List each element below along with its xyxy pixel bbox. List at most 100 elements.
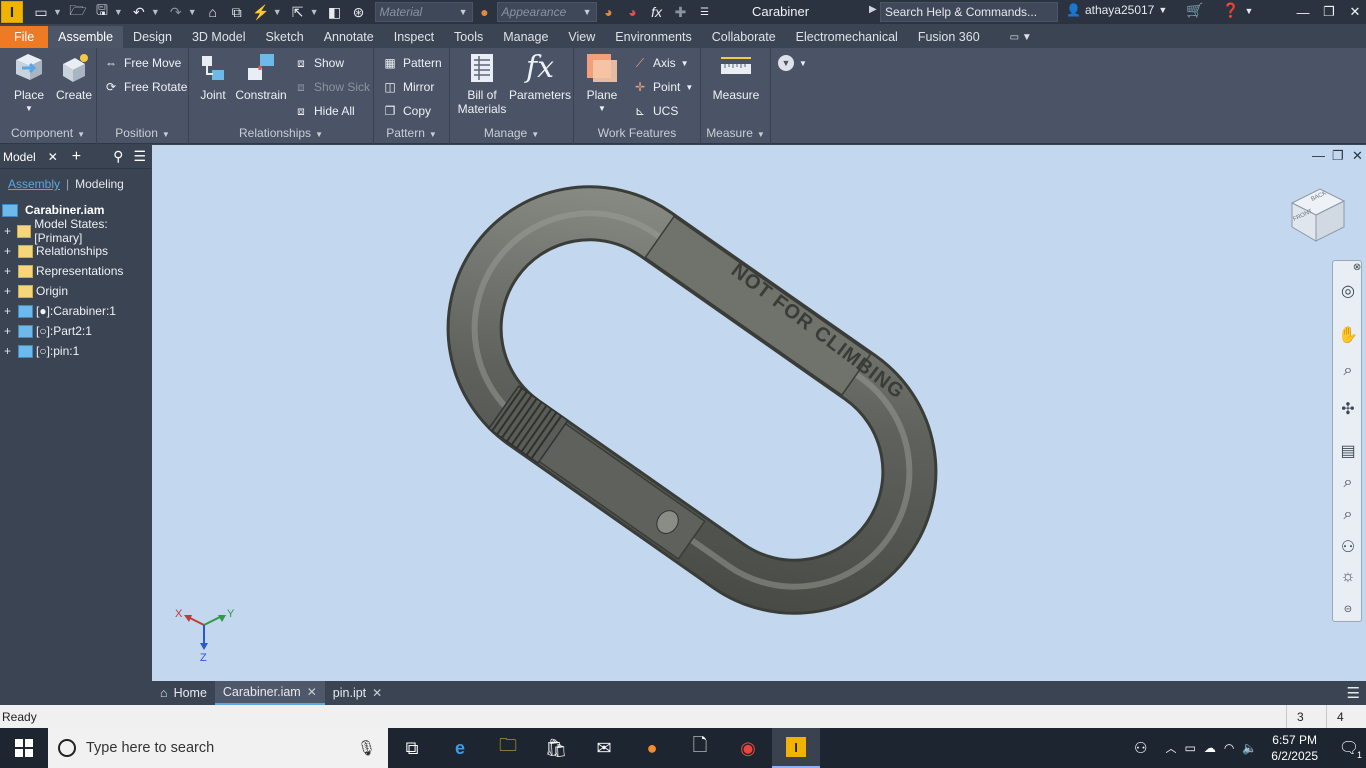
close-button[interactable]: ✕ (1342, 0, 1366, 24)
panel-label-measure[interactable]: Measure ▼ (701, 126, 770, 140)
close-tab-icon[interactable]: ✕ (307, 685, 317, 699)
hide-all-button[interactable]: ⧈ Hide All (293, 103, 355, 119)
appearance-combo[interactable]: Appearance ▼ (496, 2, 597, 22)
tree-item[interactable]: + Model States: [Primary] (0, 217, 151, 245)
tabs-menu-icon[interactable]: ☰ (1341, 681, 1366, 705)
visual-style-icon[interactable]: ◧ (326, 3, 344, 21)
expand-icon[interactable]: + (4, 264, 18, 278)
copy-button[interactable]: ❐ Copy (382, 103, 431, 119)
ucs-button[interactable]: ⊾ UCS (632, 103, 678, 119)
browser-tab-model[interactable]: Model (3, 150, 36, 164)
clear-appearance-icon[interactable]: ◕ (624, 3, 642, 21)
steering-wheel-icon[interactable]: ◎ (1338, 281, 1358, 301)
battery-icon[interactable]: ▭ (1185, 741, 1196, 755)
notepad-icon[interactable]: 🗋 (676, 728, 724, 768)
tab-fusion-360[interactable]: Fusion 360 (908, 26, 990, 48)
notification-center-icon[interactable]: 🗨 1 (1332, 738, 1366, 760)
task-view-icon[interactable]: ⧉ (388, 728, 436, 768)
doc-tab-pin[interactable]: pin.ipt ✕ (325, 681, 390, 705)
parameters-button[interactable]: fx Parameters (508, 52, 572, 103)
wifi-icon[interactable]: ◠ (1224, 741, 1234, 755)
appearance-sphere-icon[interactable]: ● (476, 3, 494, 21)
tab-3d-model[interactable]: 3D Model (182, 26, 256, 48)
panel-label-position[interactable]: Position ▼ (97, 126, 188, 140)
zoom-all-icon[interactable]: ⌕ (1338, 473, 1358, 493)
new-file-icon[interactable]: ▭ (32, 3, 50, 21)
tab-sketch[interactable]: Sketch (255, 26, 313, 48)
expand-icon[interactable]: + (4, 344, 18, 358)
point-button[interactable]: ✛ Point ▼ (632, 79, 693, 95)
view-face-icon[interactable]: ▤ (1338, 441, 1358, 461)
ribbon-display-toggle-icon[interactable]: ▭ ▼ (990, 26, 1032, 48)
return-icon[interactable]: ⧉ (228, 3, 246, 21)
tree-item[interactable]: + [●]:Carabiner:1 (0, 301, 151, 321)
store-icon[interactable]: 🛍 (532, 728, 580, 768)
open-folder-icon[interactable]: 🗁 (69, 2, 87, 21)
onedrive-icon[interactable]: ☁ (1204, 741, 1216, 755)
expand-icon[interactable]: + (4, 284, 18, 298)
clock[interactable]: 6:57 PM 6/2/2025 (1271, 732, 1318, 764)
panel-label-component[interactable]: Component ▼ (0, 126, 96, 140)
create-button[interactable]: Create (54, 52, 94, 102)
redo-icon[interactable]: ↷ (167, 3, 185, 21)
light-icon[interactable]: ☼ (1338, 567, 1358, 587)
graphics-viewport[interactable]: — ❐ ✕ FRONT BACK NOT FOR CLIMBING X Y Z … (152, 145, 1366, 681)
people-icon[interactable]: ⚇ (1134, 739, 1147, 757)
edge-icon[interactable]: e (436, 728, 484, 768)
show-button[interactable]: ⧈ Show (293, 55, 344, 71)
menu-icon[interactable]: ☰ (133, 148, 146, 165)
show-hidden-icon[interactable]: ︿ (1166, 740, 1177, 756)
axis-button[interactable]: ⟋ Axis ▼ (632, 55, 689, 71)
add-icon[interactable]: ✚ (672, 3, 690, 21)
tab-inspect[interactable]: Inspect (384, 26, 444, 48)
doc-tab-carabiner[interactable]: Carabiner.iam ✕ (214, 681, 325, 705)
expand-icon[interactable]: + (4, 324, 18, 338)
plane-button[interactable]: Plane ▼ (582, 52, 622, 116)
pattern-button[interactable]: ▦ Pattern (382, 55, 441, 71)
expand-icon[interactable]: + (4, 224, 17, 238)
chrome-icon[interactable]: ◉ (724, 728, 772, 768)
bill-of-materials-button[interactable]: Bill of Materials (454, 52, 510, 116)
measure-button[interactable]: Measure (709, 52, 763, 102)
mode-assembly[interactable]: Assembly (8, 177, 60, 191)
tab-annotate[interactable]: Annotate (314, 26, 384, 48)
free-rotate-button[interactable]: ⟳ Free Rotate (103, 79, 187, 95)
navbar-options-icon[interactable]: ⊝ (1338, 599, 1358, 619)
save-icon[interactable]: 🖫 (93, 2, 111, 21)
free-move-button[interactable]: ⇔ Free Move (103, 55, 181, 71)
panel-label-work-features[interactable]: Work Features (574, 126, 700, 140)
file-explorer-icon[interactable]: 🗀 (484, 728, 532, 768)
doc-tab-home[interactable]: ⌂ Home (152, 681, 215, 705)
help-icon[interactable]: ❓ ▼ (1222, 2, 1253, 19)
tab-electromechanical[interactable]: Electromechanical (786, 26, 908, 48)
tab-file[interactable]: File (0, 26, 49, 48)
joint-button[interactable]: Joint (195, 52, 231, 102)
tab-assemble[interactable]: Assemble (48, 26, 124, 48)
mirror-button[interactable]: ◫ Mirror (382, 79, 434, 95)
firefox-icon[interactable]: ● (628, 728, 676, 768)
tab-collaborate[interactable]: Collaborate (702, 26, 786, 48)
expand-icon[interactable]: + (4, 244, 18, 258)
inventor-taskbar-icon[interactable]: I (772, 728, 820, 768)
close-browser-icon[interactable]: ✕ (48, 150, 58, 164)
zoom-window-icon[interactable]: ⌕ (1338, 505, 1358, 525)
tab-view[interactable]: View (558, 26, 605, 48)
material-combo[interactable]: Material ▼ (374, 2, 473, 22)
taskbar-search[interactable]: Type here to search 🎙 (48, 728, 388, 768)
select-icon[interactable]: ⇱ (289, 3, 307, 21)
place-button[interactable]: Place ▼ (8, 52, 50, 116)
user-account[interactable]: 👤 athaya25017 ▼ (1066, 3, 1167, 17)
restore-button[interactable]: ❐ (1316, 0, 1342, 24)
material-sphere-icon[interactable]: ⊛ (350, 3, 368, 21)
constrain-button[interactable]: Constrain (233, 52, 289, 102)
pan-hand-icon[interactable]: ✋ (1338, 325, 1358, 345)
orbit-icon[interactable]: ✣ (1338, 399, 1358, 419)
tab-environments[interactable]: Environments (605, 26, 701, 48)
carabiner-3d-model[interactable]: NOT FOR CLIMBING (152, 145, 1366, 681)
look-at-icon[interactable]: ⚇ (1338, 537, 1358, 557)
volume-icon[interactable]: 🔈 (1242, 741, 1257, 755)
tree-item[interactable]: + Origin (0, 281, 151, 301)
tree-item[interactable]: + [○]:Part2:1 (0, 321, 151, 341)
update-icon[interactable]: ⚡ (252, 3, 270, 21)
home-view-icon[interactable]: ⌂ (204, 3, 222, 21)
